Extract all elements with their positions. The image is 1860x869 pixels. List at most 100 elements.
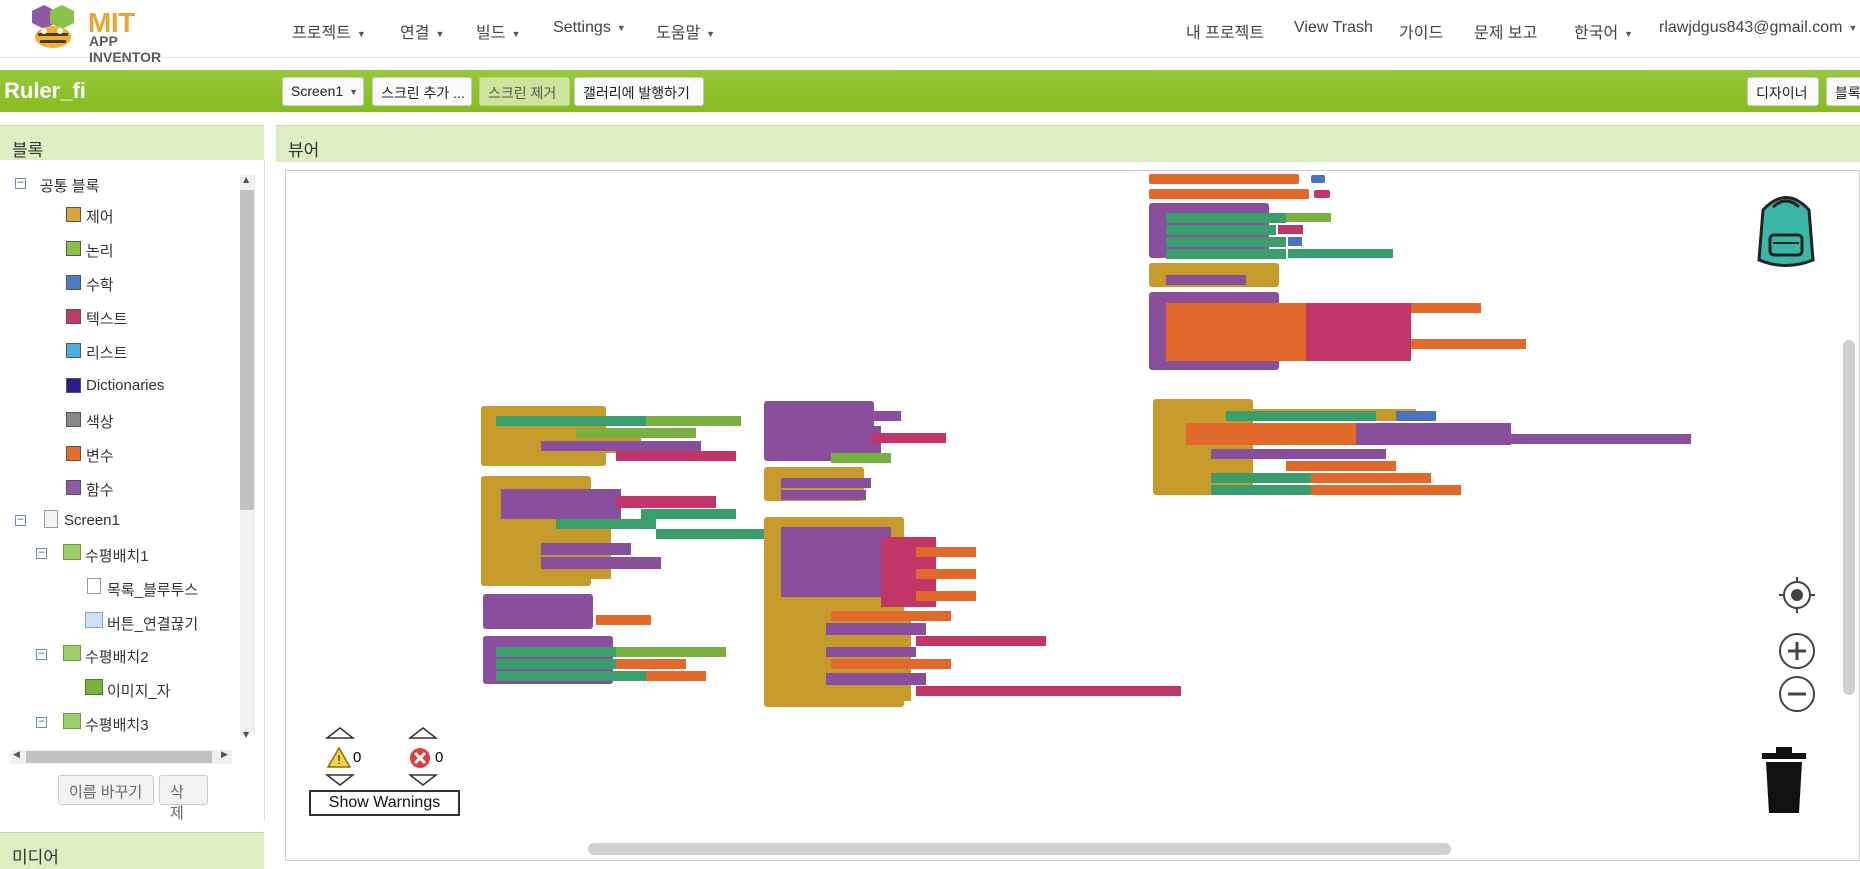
screen-error-block	[764, 517, 1181, 707]
screen-initialize-block	[1149, 263, 1279, 287]
blocks-panel-title: 블록	[12, 141, 44, 160]
builtin-blocks[interactable]: 공통 블록	[40, 175, 99, 196]
tree-image-ruler[interactable]: 이미지_자	[107, 680, 171, 701]
category-text[interactable]: 텍스트	[86, 308, 127, 329]
trash-icon[interactable]	[1758, 745, 1810, 815]
recenter-icon[interactable]	[1779, 577, 1815, 613]
category-list[interactable]: 리스트	[86, 342, 127, 363]
workspace-vertical-scrollbar[interactable]	[1843, 340, 1855, 695]
tree-horizontal1[interactable]: 수평배치1	[85, 545, 149, 566]
menu-settings-label: Settings	[553, 19, 611, 36]
category-dictionaries[interactable]: Dictionaries	[86, 377, 164, 394]
media-panel-title: 미디어	[12, 848, 59, 867]
nav-account-label: rlawjdgus843@gmail.com	[1659, 19, 1843, 36]
collapse-icon[interactable]: −	[15, 178, 26, 189]
procedure-data-block	[1149, 292, 1526, 370]
category-math[interactable]: 수학	[86, 274, 114, 295]
delete-button[interactable]: 삭제	[159, 775, 208, 822]
show-warnings-button[interactable]: Show Warnings	[309, 790, 460, 816]
tree-button-disconnect[interactable]: 버튼_연결끊기	[107, 613, 198, 634]
menu-settings[interactable]: Settings ▼	[553, 19, 626, 37]
scroll-up-icon[interactable]: ▲	[243, 175, 249, 184]
errors-down-arrow-icon[interactable]	[408, 773, 438, 787]
list-before-picking-block	[481, 476, 776, 586]
caret-down-icon: ▼	[435, 28, 445, 39]
nav-account[interactable]: rlawjdgus843@gmail.com ▼	[1659, 19, 1857, 37]
nav-view-trash[interactable]: View Trash	[1294, 19, 1373, 37]
menu-build[interactable]: 빌드 ▼	[476, 19, 520, 43]
publish-gallery-button[interactable]: 갤러리에 발행하기	[574, 77, 704, 106]
button-icon	[85, 612, 103, 628]
procedure-init-block	[1149, 203, 1393, 259]
tree-horizontal3[interactable]: 수평배치3	[85, 714, 149, 735]
zoom-in-icon[interactable]	[1777, 631, 1817, 671]
category-variable[interactable]: 변수	[86, 445, 114, 466]
logo-text-app-inventor: APP INVENTOR	[89, 33, 162, 65]
blocks-workspace[interactable]	[285, 170, 1860, 861]
menu-build-label: 빌드	[476, 25, 506, 42]
nav-report-issue[interactable]: 문제 보고	[1474, 19, 1537, 43]
tree-horizontal2[interactable]: 수평배치2	[85, 646, 149, 667]
add-screen-button[interactable]: 스크린 추가 ...	[372, 77, 472, 106]
blocks-panel-header: 블록	[0, 125, 264, 162]
zoom-out-icon[interactable]	[1777, 674, 1817, 714]
app-inventor-logo[interactable]: MIT APP INVENTOR	[26, 3, 186, 65]
caret-down-icon: ▼	[1848, 22, 1858, 33]
procedure-connect-device-block	[764, 401, 946, 463]
block-groups	[481, 174, 1691, 707]
scroll-down-icon[interactable]: ▼	[243, 730, 249, 739]
tree-screen1[interactable]: Screen1	[64, 512, 120, 529]
caret-down-icon: ▼	[349, 87, 359, 98]
viewer-header: 뷰어	[276, 125, 1860, 162]
designer-button[interactable]: 디자이너	[1747, 77, 1819, 106]
backpack-icon[interactable]	[1743, 185, 1829, 273]
errors-count: 0	[435, 749, 444, 766]
menu-connect-label: 연결	[400, 25, 430, 42]
errors-up-arrow-icon[interactable]	[408, 726, 438, 740]
procedure-print-block	[483, 594, 651, 629]
collapse-icon[interactable]: −	[36, 548, 47, 559]
dictionaries-swatch-icon	[66, 378, 81, 393]
category-color[interactable]: 색상	[86, 411, 114, 432]
category-procedure[interactable]: 함수	[86, 479, 114, 500]
screen-select[interactable]: Screen1 ▼	[282, 77, 364, 106]
color-swatch-icon	[66, 412, 81, 427]
nav-my-projects[interactable]: 내 프로젝트	[1186, 19, 1264, 43]
collapse-icon[interactable]: −	[15, 515, 26, 526]
rename-button[interactable]: 이름 바꾸기	[58, 775, 154, 805]
text-swatch-icon	[66, 309, 81, 324]
menu-project-label: 프로젝트	[292, 25, 351, 42]
blocks-button[interactable]: 블록	[1826, 77, 1860, 106]
category-logic[interactable]: 논리	[86, 240, 114, 261]
tree-horizontal-scroll-thumb[interactable]	[26, 751, 212, 763]
menu-connect[interactable]: 연결 ▼	[400, 19, 444, 43]
global-variable-blocks	[1149, 174, 1330, 199]
error-icon	[410, 748, 430, 768]
caret-down-icon: ▼	[356, 28, 366, 39]
tree-vertical-scroll-thumb[interactable]	[240, 190, 254, 510]
tree-list-bluetooth[interactable]: 목록_블루투스	[107, 579, 198, 600]
warnings-up-arrow-icon[interactable]	[325, 726, 355, 740]
warnings-down-arrow-icon[interactable]	[325, 773, 355, 787]
collapse-icon[interactable]: −	[36, 717, 47, 728]
workspace-horizontal-scrollbar[interactable]	[588, 843, 1451, 855]
caret-down-icon: ▼	[616, 22, 626, 33]
project-name: Ruler_fi	[4, 78, 86, 103]
bee-logo-icon	[32, 5, 74, 48]
list-swatch-icon	[66, 343, 81, 358]
menu-project[interactable]: 프로젝트 ▼	[292, 19, 366, 43]
scroll-right-icon[interactable]: ▶	[221, 750, 228, 760]
caret-down-icon: ▼	[1624, 28, 1634, 39]
arrangement-icon	[63, 713, 81, 729]
collapse-icon[interactable]: −	[36, 649, 47, 660]
menu-help[interactable]: 도움말 ▼	[656, 19, 715, 43]
arrangement-icon	[63, 645, 81, 661]
nav-language[interactable]: 한국어 ▼	[1574, 19, 1633, 43]
warning-icon: !	[327, 746, 351, 768]
scroll-left-icon[interactable]: ◀	[13, 750, 20, 760]
nav-guide[interactable]: 가이드	[1399, 19, 1443, 43]
caret-down-icon: ▼	[706, 28, 716, 39]
category-control[interactable]: 제어	[86, 206, 114, 227]
warnings-count: 0	[353, 749, 362, 766]
remove-screen-button[interactable]: 스크린 제거	[479, 77, 570, 106]
